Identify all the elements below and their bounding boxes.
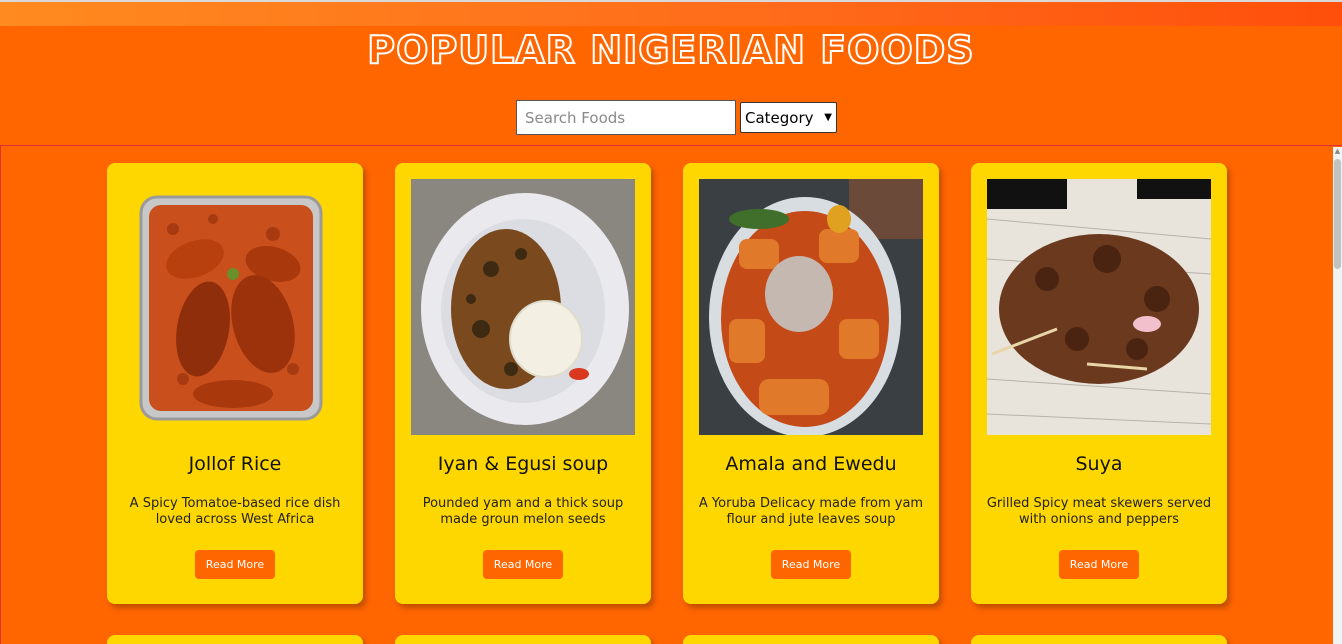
- page-title: POPULAR NIGERIAN FOODS: [366, 27, 975, 73]
- browser-top-strip: [0, 0, 1342, 26]
- food-card-jollof-rice: Jollof Rice A Spicy Tomatoe-based rice d…: [107, 163, 363, 604]
- food-title: Iyan & Egusi soup: [437, 453, 609, 475]
- food-card-next-row: [971, 635, 1227, 644]
- read-more-button[interactable]: Read More: [1059, 550, 1139, 579]
- scrollbar[interactable]: ▲: [1333, 147, 1342, 644]
- food-description: Pounded yam and a thick soup made groun …: [422, 496, 624, 527]
- food-card-next-row: [107, 635, 363, 644]
- food-card-next-row: [395, 635, 651, 644]
- jollof-rice-image: [123, 179, 347, 435]
- amala-ewedu-image: [699, 179, 923, 435]
- food-title: Jollof Rice: [188, 453, 282, 475]
- food-card-next-row: [683, 635, 939, 644]
- food-grid: Jollof Rice A Spicy Tomatoe-based rice d…: [0, 145, 1342, 644]
- scrollbar-thumb[interactable]: [1334, 159, 1341, 269]
- food-title: Amala and Ewedu: [725, 453, 897, 475]
- iyan-egusi-image: [411, 179, 635, 435]
- food-card-amala-ewedu: Amala and Ewedu A Yoruba Delicacy made f…: [683, 163, 939, 604]
- food-description: A Spicy Tomatoe-based rice dish loved ac…: [129, 496, 341, 527]
- food-title: Suya: [1075, 453, 1123, 475]
- chevron-down-icon: ▼: [824, 112, 832, 123]
- category-select[interactable]: Category ▼: [740, 102, 837, 133]
- read-more-button[interactable]: Read More: [771, 550, 851, 579]
- food-description: A Yoruba Delicacy made from yam flour an…: [698, 496, 924, 527]
- food-description: Grilled Spicy meat skewers served with o…: [986, 496, 1212, 527]
- food-card-suya: Suya Grilled Spicy meat skewers served w…: [971, 163, 1227, 604]
- page-header: POPULAR NIGERIAN FOODS Category ▼: [0, 26, 1342, 145]
- search-input[interactable]: [516, 100, 736, 135]
- food-card-iyan-egusi: Iyan & Egusi soup Pounded yam and a thic…: [395, 163, 651, 604]
- suya-image: [987, 179, 1211, 435]
- read-more-button[interactable]: Read More: [483, 550, 563, 579]
- category-select-label: Category: [745, 108, 814, 127]
- scroll-up-icon[interactable]: ▲: [1334, 147, 1341, 155]
- read-more-button[interactable]: Read More: [195, 550, 275, 579]
